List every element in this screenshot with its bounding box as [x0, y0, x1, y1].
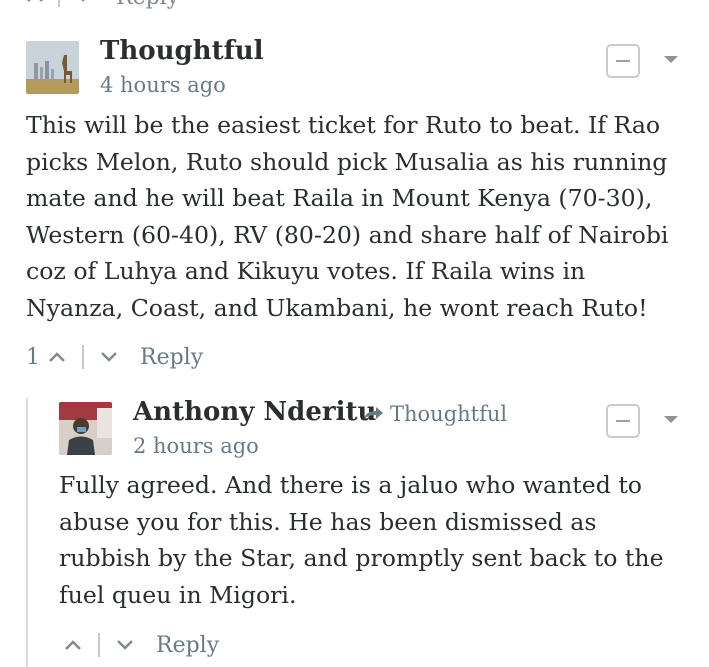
comment-body-line: Nyanza, Coast, and Ukambani, he wont rea…: [26, 293, 648, 322]
upvote-icon: [49, 352, 65, 362]
comment-timestamp[interactable]: 4 hours ago: [100, 73, 226, 97]
comment-body-line: fuel queu in Migori.: [59, 580, 297, 609]
comment: Thoughtful 4 hours ago This will be the …: [0, 0, 709, 390]
comment-body-line: abuse you for this. He has been dismisse…: [59, 507, 597, 536]
comment-body-line: Fully agreed. And there is a jaluo who w…: [59, 471, 643, 499]
downvote-button[interactable]: [98, 346, 120, 368]
downvote-icon: [101, 352, 117, 362]
comment-body: Fully agreed. And there is a jaluo who w…: [59, 467, 704, 613]
upvote-icon: [65, 640, 81, 650]
comment-body-line: picks Melon, Ruto should pick Musalia as…: [26, 147, 668, 176]
upvote-button[interactable]: [62, 634, 84, 656]
reply-to-indicator[interactable]: Thoughtful: [362, 402, 507, 426]
comment-footer: 1 Reply: [26, 342, 203, 372]
reply-link[interactable]: Reply: [156, 633, 219, 658]
comment-menu-caret-icon[interactable]: [664, 56, 678, 63]
reply-arrow-icon: [364, 407, 383, 419]
vote-divider: [98, 633, 100, 657]
reply-comment: Anthony Nderitu Thoughtful 2 hours ago F…: [0, 390, 709, 667]
upvote-button[interactable]: [46, 346, 68, 368]
collapse-button[interactable]: [606, 404, 640, 438]
avatar[interactable]: [59, 402, 112, 455]
reply-to-author: Thoughtful: [390, 402, 508, 426]
comment-body: This will be the easiest ticket for Ruto…: [26, 107, 706, 326]
downvote-icon: [117, 640, 133, 650]
giraffe-skyline-avatar: [26, 41, 79, 94]
comment-body-line: Western (60-40), RV (80-20) and share ha…: [26, 220, 669, 249]
minus-icon: [616, 420, 630, 422]
avatar[interactable]: [26, 41, 79, 94]
comment-body-line: mate and he will beat Raila in Mount Ken…: [26, 184, 653, 212]
person-photo-avatar: [59, 402, 112, 455]
comment-author[interactable]: Anthony Nderitu: [133, 397, 376, 427]
reply-link[interactable]: Reply: [140, 345, 203, 370]
upvote-count: 1: [26, 344, 40, 370]
comment-footer: Reply: [62, 630, 219, 660]
comment-author[interactable]: Thoughtful: [100, 36, 264, 66]
comment-body-line: coz of Luhya and Kikuyu votes. If Raila …: [26, 257, 586, 285]
vote-divider: [82, 345, 84, 369]
minus-icon: [616, 60, 630, 62]
comment-body-line: rubbish by the Star, and promptly sent b…: [59, 544, 664, 572]
comment-body-line: This will be the easiest ticket for Ruto…: [26, 111, 661, 139]
comment-menu-caret-icon[interactable]: [664, 416, 678, 423]
comment-timestamp[interactable]: 2 hours ago: [133, 434, 259, 458]
collapse-button[interactable]: [606, 44, 640, 78]
downvote-button[interactable]: [114, 634, 136, 656]
